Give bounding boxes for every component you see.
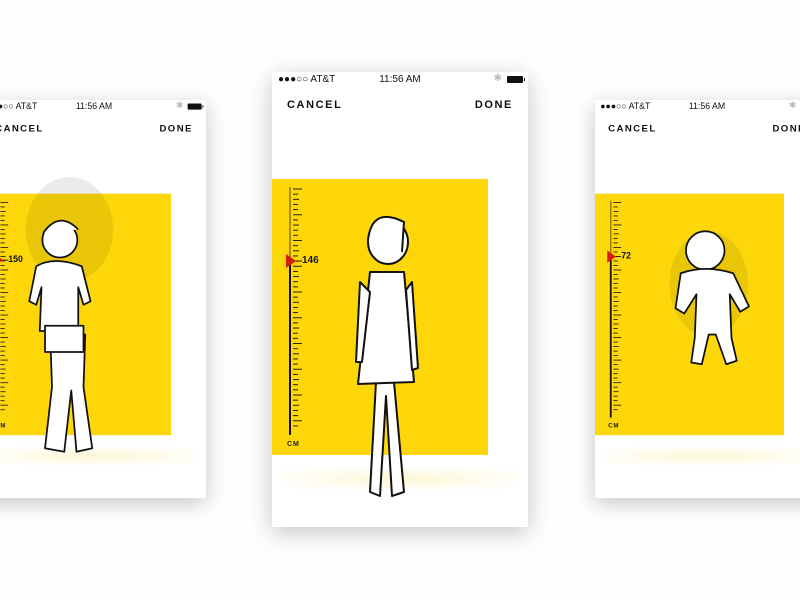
phone-screen: ●●●○○ AT&T 11:56 AM ✱ CANCEL DONE 146 CM bbox=[272, 72, 528, 527]
child-figure bbox=[355, 216, 419, 497]
child-figure bbox=[669, 230, 750, 366]
phone-screen: ●●●○○ AT&T 11:56 AM ✱ CANCEL DONE 150 CM bbox=[0, 100, 206, 499]
phone-screen: ●●●○○ AT&T 11:56 AM ✱ CANCEL DONE 72 CM bbox=[595, 100, 800, 499]
child-figure bbox=[25, 177, 114, 453]
